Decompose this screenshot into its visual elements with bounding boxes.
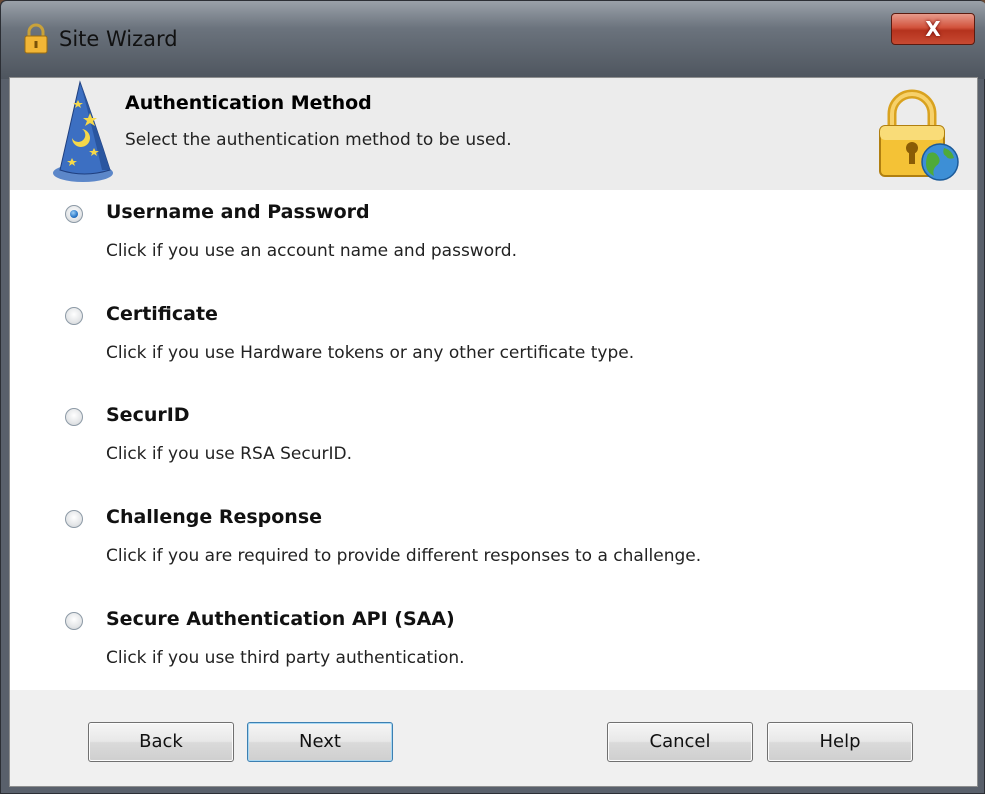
option-label[interactable]: SecurID <box>106 404 190 426</box>
authentication-options: Username and Password Click if you use a… <box>10 190 977 691</box>
option-certificate[interactable]: Certificate Click if you use Hardware to… <box>10 292 977 394</box>
next-button[interactable]: Next <box>247 722 393 762</box>
back-button[interactable]: Back <box>88 722 234 762</box>
site-wizard-window: Site Wizard X Authentication Method Sele… <box>0 0 985 794</box>
option-label[interactable]: Certificate <box>106 303 218 325</box>
option-saa[interactable]: Secure Authentication API (SAA) Click if… <box>10 597 977 699</box>
wizard-hat-icon <box>53 80 113 182</box>
wizard-header: Authentication Method Select the authent… <box>10 78 977 191</box>
option-securid[interactable]: SecurID Click if you use RSA SecurID. <box>10 393 977 495</box>
option-username-password[interactable]: Username and Password Click if you use a… <box>10 190 977 292</box>
padlock-app-icon <box>24 23 48 54</box>
window-title: Site Wizard <box>59 27 178 51</box>
radio-username-password[interactable] <box>65 205 83 223</box>
cancel-button[interactable]: Cancel <box>607 722 753 762</box>
option-description: Click if you use Hardware tokens or any … <box>106 343 635 363</box>
radio-certificate[interactable] <box>65 307 83 325</box>
option-description: Click if you use RSA SecurID. <box>106 444 352 464</box>
option-description: Click if you use an account name and pas… <box>106 241 517 261</box>
radio-challenge-response[interactable] <box>65 510 83 528</box>
option-description: Click if you are required to provide dif… <box>106 546 702 566</box>
help-button[interactable]: Help <box>767 722 913 762</box>
radio-securid[interactable] <box>65 408 83 426</box>
page-subtitle: Select the authentication method to be u… <box>125 130 512 150</box>
option-label[interactable]: Username and Password <box>106 201 370 223</box>
button-bar: Back Next Cancel Help <box>10 690 977 786</box>
option-label[interactable]: Secure Authentication API (SAA) <box>106 608 455 630</box>
title-bar[interactable]: Site Wizard X <box>1 1 985 79</box>
page-title: Authentication Method <box>125 92 372 114</box>
option-label[interactable]: Challenge Response <box>106 506 322 528</box>
option-description: Click if you use third party authenticat… <box>106 648 465 668</box>
close-button[interactable]: X <box>891 13 975 45</box>
wizard-client-area: Authentication Method Select the authent… <box>9 77 978 787</box>
option-challenge-response[interactable]: Challenge Response Click if you are requ… <box>10 495 977 597</box>
lock-globe-icon <box>879 89 959 181</box>
radio-saa[interactable] <box>65 612 83 630</box>
close-icon: X <box>925 17 941 41</box>
